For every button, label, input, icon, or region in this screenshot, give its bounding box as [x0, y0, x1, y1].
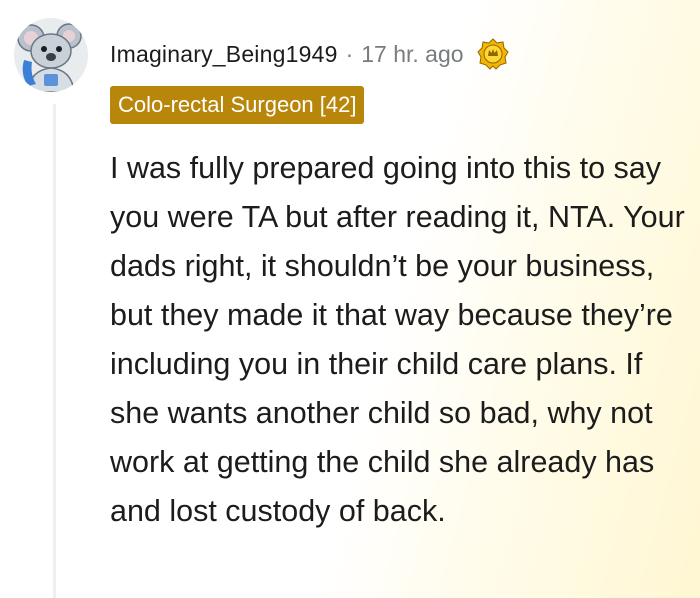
comment-card: Imaginary_Being1949 · 17 hr. ago Colo-re… — [0, 0, 700, 598]
timestamp[interactable]: 17 hr. ago — [361, 41, 463, 68]
comment-body: I was fully prepared going into this to … — [110, 151, 685, 528]
user-avatar[interactable] — [14, 18, 88, 92]
koala-snoo-avatar-icon — [17, 23, 82, 92]
gold-award-icon[interactable] — [476, 37, 510, 71]
thread-line[interactable] — [53, 104, 56, 598]
user-flair: Colo-rectal Surgeon [42] — [110, 86, 365, 124]
username-link[interactable]: Imaginary_Being1949 — [110, 41, 338, 68]
meta-separator: · — [345, 40, 354, 67]
comment-header: Imaginary_Being1949 · 17 hr. ago — [110, 34, 510, 74]
